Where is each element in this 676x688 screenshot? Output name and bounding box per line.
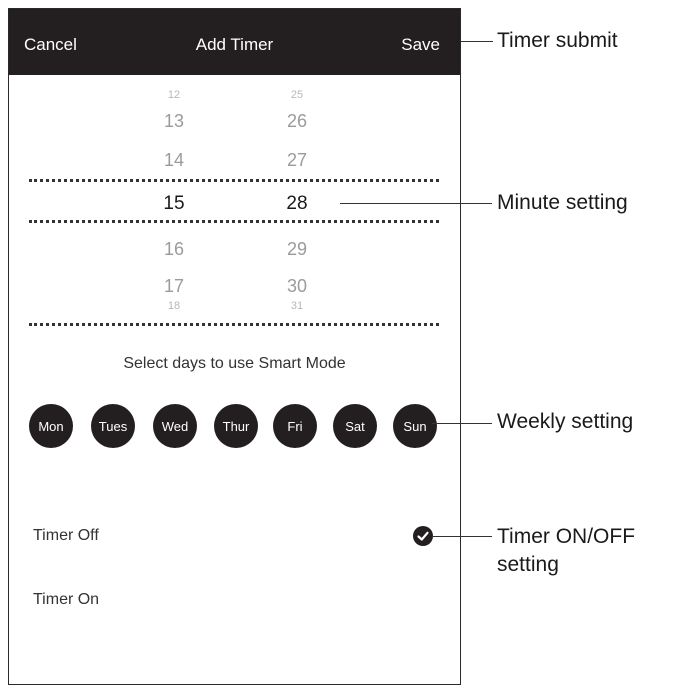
checkmark-icon[interactable]	[413, 526, 433, 546]
picker-bottom-divider	[29, 323, 439, 326]
selection-bottom-divider	[29, 220, 439, 223]
minute-setting-leader	[340, 203, 492, 204]
day-fri-button[interactable]: Fri	[273, 404, 317, 448]
weekly-setting-callout: Weekly setting	[497, 410, 634, 433]
minute-setting-callout: Minute setting	[497, 191, 628, 214]
minute-option: 31	[290, 300, 304, 312]
hour-picker[interactable]: 12 13 14 15 16 17 18	[144, 9, 204, 339]
days-label: Select days to use Smart Mode	[123, 355, 346, 372]
day-mon-button[interactable]: Mon	[29, 404, 73, 448]
minute-picker[interactable]: 25 26 27 28 29 30 31	[267, 9, 327, 339]
minute-option: 26	[286, 111, 308, 131]
header-bar: Cancel Add Timer Save	[9, 9, 460, 75]
timer-onoff-callout-line2: setting	[497, 553, 559, 577]
day-thur-button[interactable]: Thur	[214, 404, 258, 448]
timer-submit-leader	[461, 41, 493, 42]
selected-minute: 28	[286, 193, 308, 214]
timer-submit-callout: Timer submit	[497, 29, 618, 52]
day-tues-button[interactable]: Tues	[91, 404, 135, 448]
hour-option: 12	[167, 89, 181, 101]
minute-option: 30	[286, 276, 308, 296]
day-wed-button[interactable]: Wed	[153, 404, 197, 448]
timer-off-option[interactable]: Timer Off	[33, 527, 99, 545]
hour-option: 13	[163, 111, 185, 131]
hour-option: 14	[163, 150, 185, 170]
selected-hour: 15	[163, 193, 185, 214]
save-button[interactable]: Save	[401, 35, 440, 55]
timer-on-option[interactable]: Timer On	[33, 591, 99, 609]
hour-option: 18	[167, 300, 181, 312]
hour-option: 16	[163, 239, 185, 259]
day-sat-button[interactable]: Sat	[333, 404, 377, 448]
timer-onoff-callout: Timer ON/OFF setting	[497, 523, 635, 580]
phone-screen: Cancel Add Timer Save 12 13 14 15 16 17 …	[8, 8, 461, 685]
selection-top-divider	[29, 179, 439, 182]
minute-option: 27	[286, 150, 308, 170]
weekly-setting-leader	[432, 423, 492, 424]
timer-onoff-callout-line1: Timer ON/OFF	[497, 525, 636, 548]
page-title: Add Timer	[195, 35, 274, 54]
minute-option: 25	[290, 89, 304, 101]
timer-onoff-leader	[432, 536, 492, 537]
day-sun-button[interactable]: Sun	[393, 404, 437, 448]
hour-option: 17	[163, 276, 185, 296]
minute-option: 29	[286, 239, 308, 259]
